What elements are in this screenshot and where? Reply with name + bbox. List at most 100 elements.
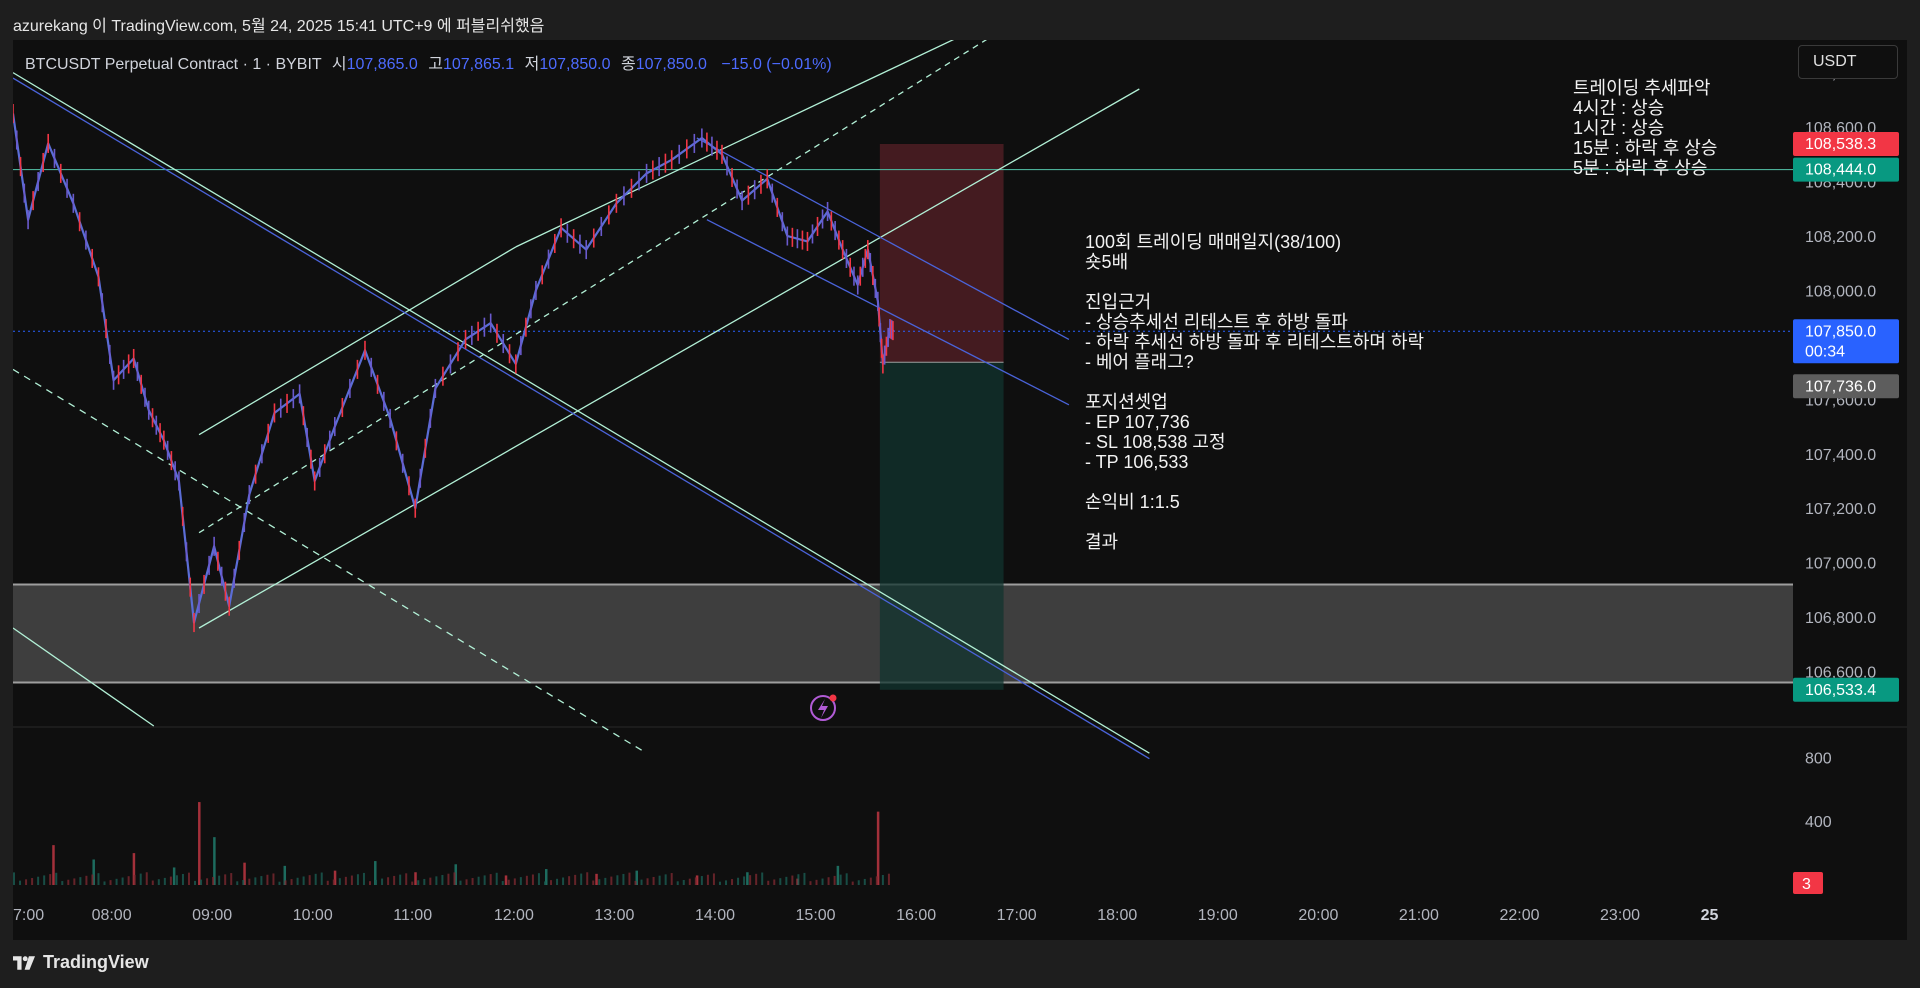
volume-bar xyxy=(356,874,359,885)
volume-bar xyxy=(670,873,673,885)
currency-button[interactable]: USDT xyxy=(1798,45,1898,79)
volume-bar xyxy=(31,878,34,885)
volume-bar xyxy=(121,877,124,885)
volume-tick-label: 800 xyxy=(1805,750,1832,767)
volume-tick-label: 400 xyxy=(1805,814,1832,831)
x-tick-label: 17:00 xyxy=(997,907,1037,924)
tradingview-logo[interactable]: TradingView xyxy=(13,952,149,973)
volume-bar xyxy=(414,872,417,885)
journal-note-line xyxy=(1085,512,1424,532)
open-value: 107,865.0 xyxy=(346,56,418,73)
volume-bar xyxy=(803,872,806,885)
volume-bar xyxy=(731,879,734,885)
volume-bar xyxy=(646,878,649,885)
volume-bar xyxy=(198,802,201,885)
journal-note-line: 결과 xyxy=(1085,532,1119,552)
volume-bar xyxy=(172,867,176,885)
volume-bar xyxy=(839,874,842,885)
volume-bar xyxy=(344,876,347,885)
volume-bar xyxy=(254,877,257,885)
volume-bar xyxy=(809,881,812,885)
volume-bar xyxy=(688,878,691,885)
volume-bar xyxy=(477,876,480,885)
volume-bar xyxy=(773,879,776,885)
symbol-legend: BTCUSDT Perpetual Contract · 1 · BYBIT 시… xyxy=(25,50,832,74)
journal-note-line: 손익비 1:1.5 xyxy=(1085,492,1180,512)
volume-bar xyxy=(543,881,546,885)
volume-bar xyxy=(224,874,227,885)
volume-bar xyxy=(658,875,661,885)
volume-bar xyxy=(767,880,770,885)
volume-bar xyxy=(73,878,76,885)
volume-bar xyxy=(115,878,118,885)
x-tick-label: 25 xyxy=(1701,907,1719,924)
volume-bar xyxy=(296,877,299,885)
journal-note-line xyxy=(1085,472,1424,492)
x-tick-label: 16:00 xyxy=(896,907,936,924)
x-tick-label: 7:00 xyxy=(13,907,44,924)
volume-bar xyxy=(640,879,643,885)
volume-bar xyxy=(845,873,848,885)
chart-panel[interactable]: 108,800.0108,600.0108,400.0108,200.0108,… xyxy=(13,40,1907,940)
volume-bar xyxy=(610,876,613,885)
volume-bar xyxy=(562,877,565,885)
alert-dot-icon xyxy=(829,694,837,702)
volume-bar xyxy=(55,872,58,885)
volume-bar xyxy=(537,873,540,885)
x-tick-label: 10:00 xyxy=(293,907,333,924)
volume-bar xyxy=(194,880,197,885)
volume-bar xyxy=(785,876,788,885)
volume-bar xyxy=(447,873,450,885)
x-tick-label: 20:00 xyxy=(1298,907,1338,924)
volume-bar xyxy=(85,875,88,885)
journal-note-line: - TP 106,533 xyxy=(1085,452,1189,472)
volume-bar xyxy=(761,872,764,885)
volume-bar xyxy=(483,875,486,885)
x-tick-label: 11:00 xyxy=(393,907,432,924)
volume-bar xyxy=(387,877,390,885)
volume-bar xyxy=(145,872,148,885)
volume-bar xyxy=(718,881,721,885)
volume-bar xyxy=(175,875,178,885)
trend-note-line: 1시간 : 상승 xyxy=(1573,118,1665,138)
volume-bar xyxy=(746,872,749,885)
x-tick-label: 13:00 xyxy=(594,907,634,924)
close-value: 107,850.0 xyxy=(635,56,707,73)
volume-bar xyxy=(501,881,504,885)
volume-bar xyxy=(568,876,571,885)
tradingview-logo-icon xyxy=(13,955,35,970)
volume-bar xyxy=(441,875,444,885)
last-price-label-countdown: 00:34 xyxy=(1805,343,1845,360)
volume-bar xyxy=(369,881,371,885)
volume-bar xyxy=(200,879,203,885)
volume-bar xyxy=(362,872,365,885)
volume-bar xyxy=(52,845,55,885)
volume-bar xyxy=(489,874,492,885)
volume-bar xyxy=(453,872,456,885)
volume-bar xyxy=(815,879,818,885)
volume-bar xyxy=(13,872,15,885)
volume-bar xyxy=(187,872,190,885)
volume-bar xyxy=(887,873,890,885)
volume-bar xyxy=(881,875,884,885)
volume-bar xyxy=(827,877,830,885)
stop-price-label: 108,538.3 xyxy=(1805,136,1876,153)
volume-bar xyxy=(127,876,130,885)
x-tick-label: 14:00 xyxy=(695,907,735,924)
volume-bar xyxy=(598,879,601,885)
volume-bar xyxy=(338,878,341,885)
volume-bar xyxy=(749,875,752,885)
volume-bar xyxy=(181,873,184,885)
entry-price-label: 107,736.0 xyxy=(1805,378,1876,395)
volume-bar xyxy=(393,875,396,885)
x-tick-label: 12:00 xyxy=(494,907,534,924)
take-profit-zone xyxy=(879,362,1004,690)
journal-note-line: 포지션셋업 xyxy=(1085,392,1168,412)
volume-bar xyxy=(700,876,703,885)
journal-note-line xyxy=(1085,272,1424,292)
x-tick-label: 08:00 xyxy=(92,907,132,924)
x-tick-label: 19:00 xyxy=(1198,907,1238,924)
volume-bar xyxy=(586,872,589,885)
volume-bar xyxy=(272,873,275,885)
journal-note-line: 숏5배 xyxy=(1085,252,1129,272)
